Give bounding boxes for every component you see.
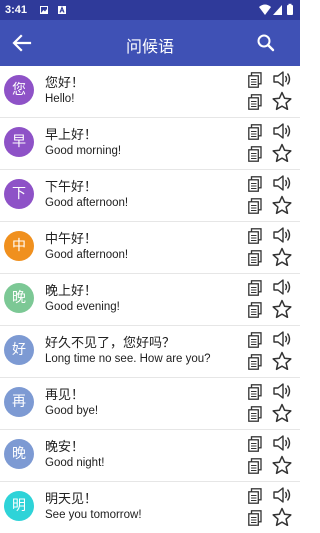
list-item[interactable]: 再再见！ Good bye! [0,378,300,430]
copy-icon[interactable] [248,198,262,214]
copy-icon[interactable] [248,124,262,140]
english-translation: Good evening! [45,301,120,313]
page-title: 问候语 [125,37,174,56]
english-translation: Good bye! [45,405,99,417]
copy-icon[interactable] [248,458,262,474]
speaker-icon[interactable] [272,121,292,141]
search-icon[interactable] [256,33,276,53]
avatar: 明 [4,491,34,521]
app-notification-icon [58,5,66,14]
copy-icon[interactable] [248,384,262,400]
chinese-phrase: 早上好！ [45,128,98,143]
status-bar: 3:41 [0,0,300,20]
star-icon[interactable] [272,247,292,267]
star-icon[interactable] [272,455,292,475]
list-item[interactable]: 下下午好！ Good afternoon! [0,170,300,222]
chinese-phrase: 好久不见了，您好吗？ [45,336,176,351]
english-translation: Good night! [45,457,105,469]
copy-icon[interactable] [248,488,262,504]
avatar: 您 [4,75,34,105]
copy-icon[interactable] [248,406,262,422]
list-item[interactable]: 您您好！ Hello! [0,66,300,118]
chinese-phrase: 下午好！ [45,180,98,195]
status-time: 3:41 [5,4,28,16]
copy-icon[interactable] [248,354,262,370]
avatar: 中 [4,231,34,261]
star-icon[interactable] [272,195,292,215]
chinese-phrase: 中午好！ [45,232,98,247]
star-icon[interactable] [272,299,292,319]
chinese-phrase: 晚上好！ [45,284,98,299]
copy-icon[interactable] [248,280,262,296]
chinese-phrase: 晚安！ [45,440,85,455]
avatar: 下 [4,179,34,209]
copy-icon[interactable] [248,436,262,452]
star-icon[interactable] [272,351,292,371]
copy-icon[interactable] [248,332,262,348]
english-translation: Good morning! [45,145,122,157]
speaker-icon[interactable] [272,329,292,349]
speaker-icon[interactable] [272,173,292,193]
list-item[interactable]: 晚晚安！ Good night! [0,430,300,482]
signal-icon [273,5,282,15]
english-translation: Good afternoon! [45,197,129,209]
avatar: 早 [4,127,34,157]
list-item[interactable]: 中中午好！ Good afternoon! [0,222,300,274]
speaker-icon[interactable] [272,381,292,401]
speaker-icon[interactable] [272,69,292,89]
app-bar: 问候语 [0,20,300,66]
copy-icon[interactable] [248,146,262,162]
speaker-icon[interactable] [272,433,292,453]
avatar: 好 [4,335,34,365]
system-icons [258,3,296,17]
english-translation: See you tomorrow! [45,509,142,521]
phrase-list: 您您好！ Hello! 早早上好！ Good morning! 下下午好！ Good af… [0,66,300,533]
copy-icon[interactable] [248,72,262,88]
avatar: 晚 [4,283,34,313]
speaker-icon[interactable] [272,485,292,505]
copy-icon[interactable] [248,250,262,266]
copy-icon[interactable] [248,302,262,318]
copy-icon[interactable] [248,510,262,526]
english-translation: Hello! [45,93,75,105]
list-item[interactable]: 早早上好！ Good morning! [0,118,300,170]
star-icon[interactable] [272,403,292,423]
image-notification-icon [40,5,48,14]
copy-icon[interactable] [248,94,262,110]
list-item[interactable]: 好好久不见了，您好吗？ Long time no see. How are you… [0,326,300,378]
battery-icon [287,5,293,15]
list-item[interactable]: 晚晚上好！ Good evening! [0,274,300,326]
star-icon[interactable] [272,507,292,527]
chinese-phrase: 再见！ [45,388,85,403]
star-icon[interactable] [272,91,292,111]
speaker-icon[interactable] [272,225,292,245]
avatar: 再 [4,387,34,417]
chinese-phrase: 您好！ [45,76,85,91]
copy-icon[interactable] [248,176,262,192]
speaker-icon[interactable] [272,277,292,297]
star-icon[interactable] [272,143,292,163]
english-translation: Long time no see. How are you? [45,353,211,365]
avatar: 晚 [4,439,34,469]
chinese-phrase: 明天见！ [45,492,98,507]
copy-icon[interactable] [248,228,262,244]
list-item[interactable]: 明明天见！ See you tomorrow! [0,482,300,533]
english-translation: Good afternoon! [45,249,129,261]
wifi-icon [259,4,271,15]
